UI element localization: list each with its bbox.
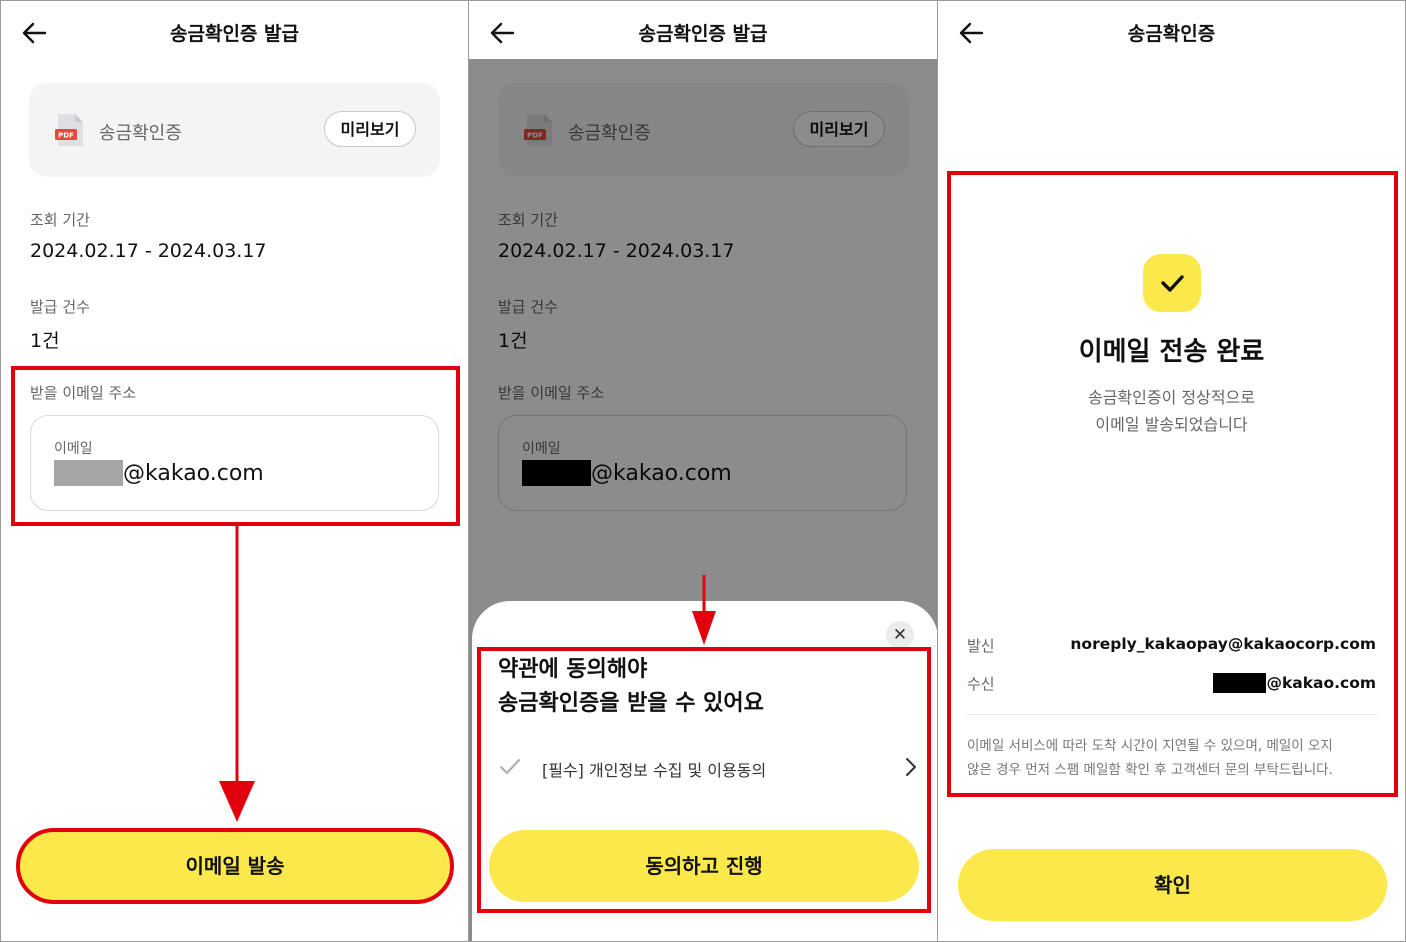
count-label: 발급 건수 <box>30 298 90 316</box>
email-domain: @kakao.com <box>123 460 264 486</box>
screen-email-sent: 송금확인증 이메일 전송 완료 송금확인증이 정상적으로 이메일 발송되었습니다… <box>937 0 1406 942</box>
send-email-button[interactable]: 이메일 발송 <box>16 828 454 904</box>
result-description: 송금확인증이 정상적으로 이메일 발송되었습니다 <box>938 384 1405 438</box>
close-icon[interactable]: ✕ <box>886 621 914 649</box>
recipient-value: @kakao.com <box>1213 673 1376 693</box>
svg-text:PDF: PDF <box>58 132 74 140</box>
screen-issue-certificate: 송금확인증 발급 PDF 송금확인증 미리보기 조회 기간 2024.02.17… <box>0 0 469 942</box>
email-field[interactable]: 이메일 @kakao.com <box>30 415 439 511</box>
result-heading: 이메일 전송 완료 <box>1078 337 1265 367</box>
terms-highlight-box <box>477 647 931 913</box>
page-title: 송금확인증 발급 <box>638 23 768 45</box>
confirm-button[interactable]: 확인 <box>958 849 1387 921</box>
email-redaction <box>54 460 123 486</box>
sender-value: noreply_kakaopay@kakaocorp.com <box>1070 635 1376 653</box>
recipient-domain: @kakao.com <box>1266 674 1376 692</box>
period-label: 조회 기간 <box>30 211 90 229</box>
period-value: 2024.02.17 - 2024.03.17 <box>30 240 267 262</box>
email-value[interactable]: @kakao.com <box>54 460 264 486</box>
recipient-label: 수신 <box>967 675 995 693</box>
success-check-icon <box>1143 254 1201 312</box>
preview-button[interactable]: 미리보기 <box>324 111 416 147</box>
result-description-line2: 이메일 발송되었습니다 <box>1095 415 1248 434</box>
count-value: 1건 <box>30 330 60 352</box>
delivery-notice-line2: 않은 경우 먼저 스팸 메일함 확인 후 고객센터 문의 부탁드립니다. <box>967 762 1333 778</box>
recipient-redaction <box>1213 673 1267 693</box>
sender-label: 발신 <box>967 637 995 655</box>
page-title: 송금확인증 발급 <box>170 23 299 45</box>
pdf-file-icon: PDF <box>55 113 85 147</box>
result-description-line1: 송금확인증이 정상적으로 <box>1087 388 1255 407</box>
flow-arrow <box>219 526 255 826</box>
email-field-label: 이메일 <box>54 441 93 457</box>
document-card: PDF 송금확인증 미리보기 <box>29 83 440 177</box>
document-name: 송금확인증 <box>99 123 182 144</box>
delivery-notice-line1: 이메일 서비스에 따라 도착 시간이 지연될 수 있으며, 메일이 오지 <box>967 738 1333 754</box>
divider <box>967 714 1378 715</box>
page-title: 송금확인증 <box>1127 23 1216 45</box>
flow-arrow <box>691 575 717 647</box>
screen-terms-agreement: 송금확인증 발급 PDF 송금확인증 미리보기 조회 기간 2024.02.17… <box>468 0 938 942</box>
email-section-label: 받을 이메일 주소 <box>30 384 137 402</box>
delivery-notice: 이메일 서비스에 따라 도착 시간이 지연될 수 있으며, 메일이 오지 않은 … <box>967 734 1382 782</box>
